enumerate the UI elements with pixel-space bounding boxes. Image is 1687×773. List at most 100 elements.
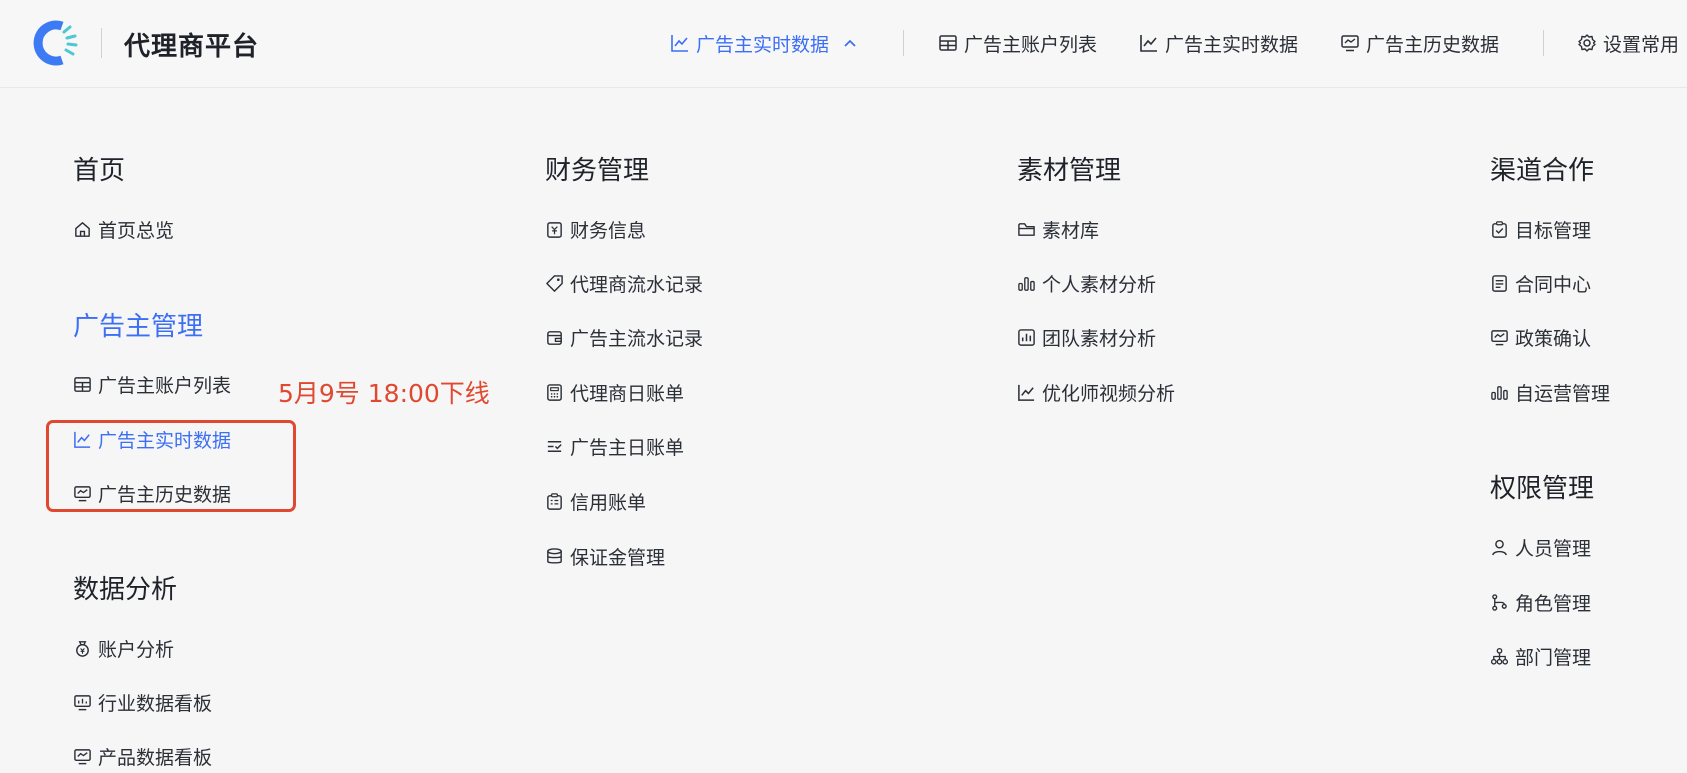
menu-item-label: 产品数据看板	[98, 746, 213, 769]
menu-item-staff-management[interactable]: 人员管理	[1490, 534, 1591, 560]
menu-item-label: 首页总览	[98, 219, 175, 242]
section-title-advertiser: 广告主管理	[73, 312, 204, 342]
document-icon	[1492, 274, 1507, 292]
brand-title: 代理商平台	[124, 32, 260, 62]
folder-icon	[1018, 222, 1035, 236]
menu-item-advertiser-accounts[interactable]: 广告主账户列表	[73, 371, 231, 397]
menu-item-label: 自运营管理	[1515, 382, 1611, 405]
logo-icon[interactable]	[30, 20, 80, 66]
shortcut-advertiser-history[interactable]: 广告主历史数据	[1340, 30, 1499, 56]
menu-item-label: 目标管理	[1515, 219, 1592, 242]
shortcut-label: 广告主历史数据	[1366, 33, 1500, 56]
section-title-analysis: 数据分析	[73, 575, 178, 605]
logo-divider	[101, 28, 102, 58]
menu-item-policy-confirm[interactable]: 政策确认	[1490, 324, 1591, 350]
database-icon	[547, 547, 562, 564]
menu-item-label: 广告主账户列表	[98, 374, 232, 397]
header-active-menu-label: 广告主实时数据	[696, 33, 830, 56]
user-icon	[1492, 539, 1507, 555]
table-icon	[939, 35, 957, 51]
menu-item-target-management[interactable]: 目标管理	[1490, 216, 1591, 242]
table-icon	[74, 376, 91, 392]
money-bag-icon	[76, 640, 89, 657]
menu-item-advertiser-flow[interactable]: 广告主流水记录	[545, 324, 703, 350]
menu-item-agent-daily-bill[interactable]: 代理商日账单	[545, 379, 684, 405]
monitor-chart-icon	[1491, 329, 1508, 345]
clipboard-check-icon	[1492, 220, 1507, 238]
section-title-permission: 权限管理	[1490, 474, 1595, 504]
menu-item-label: 合同中心	[1515, 273, 1592, 296]
menu-item-label: 角色管理	[1515, 592, 1592, 615]
settings-favorites-button[interactable]: 设置常用	[1577, 30, 1679, 56]
gear-icon	[1578, 34, 1596, 52]
menu-item-product-dashboard[interactable]: 产品数据看板	[73, 743, 212, 769]
finance-doc-icon	[547, 221, 562, 238]
wallet-icon	[547, 330, 562, 345]
menu-item-advertiser-daily-bill[interactable]: 广告主日账单	[545, 433, 684, 459]
menu-item-contract-center[interactable]: 合同中心	[1490, 270, 1591, 296]
shortcut-label: 广告主账户列表	[964, 33, 1098, 56]
menu-item-self-operation[interactable]: 自运营管理	[1490, 379, 1610, 405]
menu-item-label: 信用账单	[570, 491, 647, 514]
top-header: 代理商平台 广告主实时数据 广告主账户列表 广告主实时数据 广告主历史数据 设置…	[0, 0, 1687, 88]
menu-item-label: 财务信息	[570, 219, 647, 242]
settings-label: 设置常用	[1603, 33, 1680, 56]
monitor-chart-icon	[74, 748, 91, 764]
board-chart-icon	[1018, 328, 1035, 346]
menu-item-label: 代理商日账单	[570, 382, 685, 405]
menu-item-label: 行业数据看板	[98, 692, 213, 715]
header-active-menu[interactable]: 广告主实时数据	[670, 30, 857, 56]
line-chart-icon	[1140, 35, 1157, 52]
menu-item-deposit[interactable]: 保证金管理	[545, 543, 665, 569]
menu-item-agent-flow[interactable]: 代理商流水记录	[545, 270, 703, 296]
line-chart-icon	[1018, 384, 1035, 401]
bar-chart-icon	[1018, 276, 1035, 291]
menu-item-label: 素材库	[1042, 219, 1100, 242]
section-title-channel: 渠道合作	[1490, 156, 1595, 186]
chevron-up-icon[interactable]	[843, 36, 857, 50]
menu-item-department-management[interactable]: 部门管理	[1490, 643, 1591, 669]
shortcut-advertiser-accounts[interactable]: 广告主账户列表	[938, 30, 1097, 56]
bar-chart-icon	[1491, 385, 1508, 400]
menu-item-industry-dashboard[interactable]: 行业数据看板	[73, 689, 212, 715]
section-title-finance: 财务管理	[545, 156, 650, 186]
monitor-chart-icon	[1341, 35, 1359, 52]
menu-item-label: 代理商流水记录	[570, 273, 704, 296]
annotation-highlight-box	[46, 420, 296, 512]
menu-item-material-library[interactable]: 素材库	[1017, 216, 1099, 242]
menu-item-optimizer-video-analysis[interactable]: 优化师视频分析	[1017, 379, 1175, 405]
list-check-icon	[547, 440, 562, 452]
menu-item-finance-info[interactable]: 财务信息	[545, 216, 646, 242]
tag-icon	[546, 274, 563, 292]
header-divider	[1543, 30, 1544, 56]
menu-item-credit-bill[interactable]: 信用账单	[545, 488, 646, 514]
shortcut-label: 广告主实时数据	[1165, 33, 1299, 56]
menu-item-label: 广告主日账单	[570, 436, 685, 459]
branch-icon	[1492, 593, 1507, 611]
menu-item-team-material-analysis[interactable]: 团队素材分析	[1017, 324, 1156, 350]
section-title-home: 首页	[73, 156, 126, 186]
menu-item-role-management[interactable]: 角色管理	[1490, 589, 1591, 615]
menu-item-label: 部门管理	[1515, 646, 1592, 669]
clipboard-icon	[547, 492, 562, 510]
menu-item-account-analysis[interactable]: 账户分析	[73, 635, 174, 661]
menu-item-personal-material-analysis[interactable]: 个人素材分析	[1017, 270, 1156, 296]
annotation-offline-note: 5月9号 18:00下线	[278, 379, 490, 408]
menu-item-label: 个人素材分析	[1042, 273, 1157, 296]
header-divider	[903, 30, 904, 56]
menu-item-label: 账户分析	[98, 638, 175, 661]
menu-item-home-overview[interactable]: 首页总览	[73, 216, 174, 242]
menu-item-label: 人员管理	[1515, 537, 1592, 560]
line-chart-icon	[671, 35, 688, 52]
dashboard-icon	[74, 694, 91, 710]
calculator-icon	[547, 383, 562, 401]
shortcut-advertiser-realtime[interactable]: 广告主实时数据	[1139, 30, 1298, 56]
menu-item-label: 团队素材分析	[1042, 327, 1157, 350]
home-icon	[75, 221, 90, 237]
menu-item-label: 优化师视频分析	[1042, 382, 1176, 405]
menu-item-label: 广告主流水记录	[570, 327, 704, 350]
menu-item-label: 政策确认	[1515, 327, 1592, 350]
section-title-material: 素材管理	[1017, 156, 1122, 186]
menu-item-label: 保证金管理	[570, 546, 666, 569]
org-chart-icon	[1490, 647, 1509, 665]
